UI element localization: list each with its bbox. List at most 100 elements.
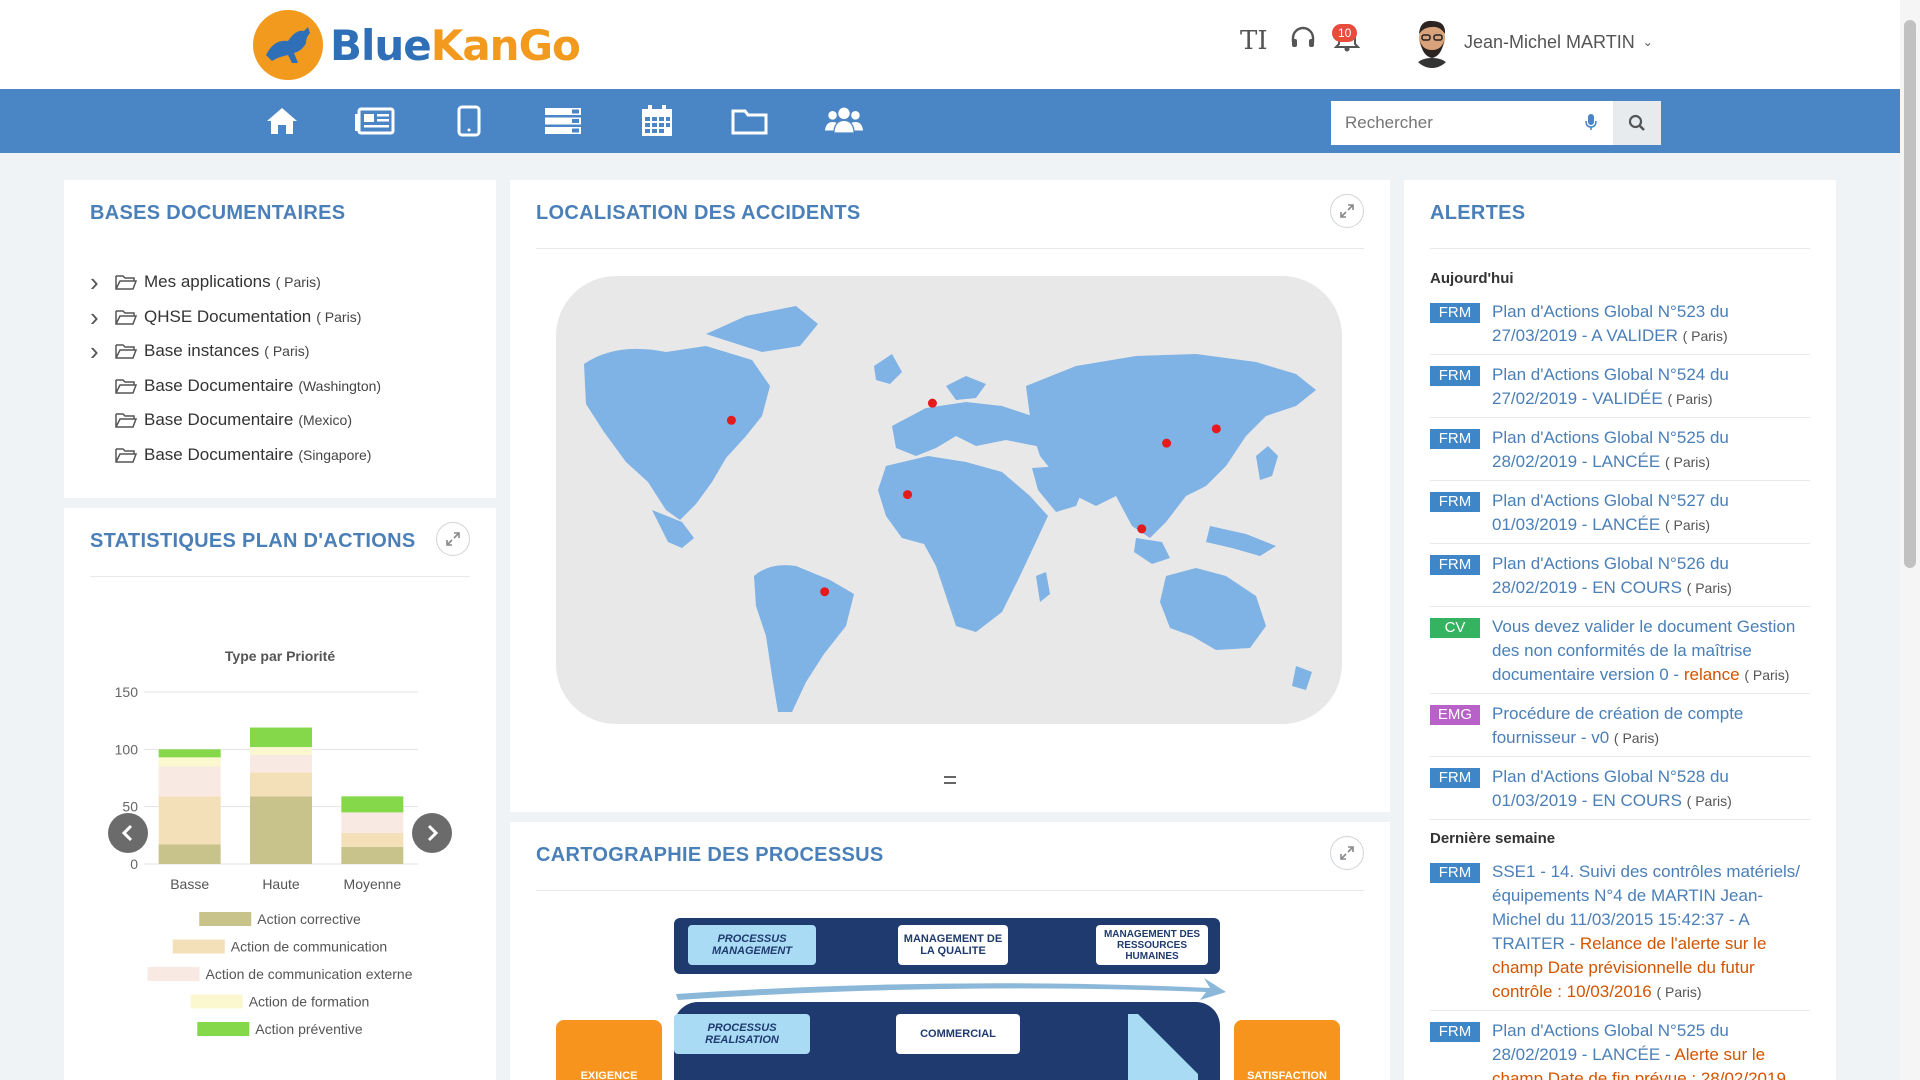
expand-button[interactable]: [1330, 194, 1364, 228]
tree-item[interactable]: Base Documentaire (Singapore): [90, 445, 371, 465]
processus-realisation-box[interactable]: PROCESSUS REALISATION: [674, 1014, 810, 1054]
alert-item[interactable]: FRM Plan d'Actions Global N°528 du 01/03/…: [1430, 765, 1810, 820]
calendar-icon[interactable]: [637, 103, 677, 139]
folder-icon[interactable]: [730, 103, 770, 139]
alert-section-heading: Dernière semaine: [1430, 830, 1556, 847]
alert-link[interactable]: Vous devez valider le document Gestion d…: [1492, 615, 1810, 687]
alert-location: ( Paris): [1667, 391, 1713, 407]
folder-open-icon: [115, 378, 138, 394]
bar-segment[interactable]: [250, 755, 312, 773]
font-size-icon[interactable]: TI: [1240, 26, 1268, 56]
alert-link[interactable]: Plan d'Actions Global N°528 du 01/03/201…: [1492, 765, 1810, 813]
alert-link[interactable]: Plan d'Actions Global N°527 du 01/03/201…: [1492, 489, 1810, 537]
exigence-box[interactable]: EXIGENCE: [556, 1020, 662, 1080]
chevron-right-icon[interactable]: ›: [90, 304, 104, 330]
logo-text: BlueKanGo: [330, 20, 581, 70]
legend-item[interactable]: Action de communication externe: [147, 966, 413, 982]
alert-item[interactable]: EMG Procédure de création de compte fourn…: [1430, 702, 1810, 757]
chevron-right-icon[interactable]: ›: [90, 338, 104, 364]
scrollbar-thumb[interactable]: [1904, 20, 1916, 568]
bar-segment[interactable]: [158, 757, 221, 767]
bar-segment[interactable]: [158, 796, 221, 845]
world-map[interactable]: [556, 276, 1342, 724]
bar-segment[interactable]: [250, 727, 312, 748]
alert-item[interactable]: FRM Plan d'Actions Global N°525 du 28/02/…: [1430, 1019, 1810, 1080]
accident-marker[interactable]: [903, 490, 913, 500]
bar-segment[interactable]: [158, 766, 221, 797]
tree-item[interactable]: › Base instances( Paris): [90, 338, 310, 364]
management-qualite-box[interactable]: MANAGEMENT DE LA QUALITE: [898, 925, 1008, 965]
alert-link[interactable]: SSE1 - 14. Suivi des contrôles matériels…: [1492, 860, 1810, 1004]
bar-segment[interactable]: [341, 812, 404, 834]
tree-item[interactable]: Base Documentaire (Mexico): [90, 410, 352, 430]
bar-segment[interactable]: [250, 772, 312, 797]
legend-item[interactable]: Action de formation: [190, 994, 370, 1010]
alert-link[interactable]: Procédure de création de compte fourniss…: [1492, 702, 1810, 750]
headset-icon[interactable]: [1290, 26, 1316, 55]
news-icon[interactable]: [355, 103, 395, 139]
users-icon[interactable]: [824, 103, 864, 139]
bar-segment[interactable]: [341, 796, 404, 813]
alert-link[interactable]: Plan d'Actions Global N°524 du 27/02/201…: [1492, 363, 1810, 411]
bar-segment[interactable]: [250, 796, 312, 864]
microphone-icon[interactable]: [1585, 113, 1597, 136]
alert-link[interactable]: Plan d'Actions Global N°525 du 28/02/201…: [1492, 1019, 1810, 1080]
y-tick-label: 0: [130, 856, 138, 872]
alert-location: ( Paris): [1686, 580, 1732, 596]
accident-marker[interactable]: [820, 587, 830, 597]
divider: [536, 248, 1364, 249]
tablet-icon[interactable]: [449, 103, 489, 139]
alert-link[interactable]: Plan d'Actions Global N°526 du 28/02/201…: [1492, 552, 1810, 600]
carousel-prev-button[interactable]: [108, 813, 148, 853]
accident-marker[interactable]: [1137, 524, 1147, 534]
alert-item[interactable]: CV Vous devez valider le document Gestion…: [1430, 615, 1810, 694]
tree-item-location: ( Paris): [264, 343, 310, 359]
x-tick-label: Basse: [170, 876, 209, 892]
bar-segment[interactable]: [341, 833, 404, 847]
satisfaction-box[interactable]: SATISFACTION: [1234, 1020, 1340, 1080]
bar-segment[interactable]: [250, 747, 312, 756]
bar-segment[interactable]: [158, 844, 221, 864]
alert-item[interactable]: FRM SSE1 - 14. Suivi des contrôles matéri…: [1430, 860, 1810, 1011]
accident-marker[interactable]: [1211, 424, 1221, 434]
list-icon[interactable]: [543, 103, 583, 139]
tree-item[interactable]: › Mes applications( Paris): [90, 269, 321, 295]
alert-type-badge: FRM: [1430, 366, 1480, 386]
accident-marker[interactable]: [1162, 438, 1172, 448]
bar-segment[interactable]: [341, 846, 404, 864]
bar-segment[interactable]: [158, 749, 221, 758]
tree-item[interactable]: Base Documentaire (Washington): [90, 376, 381, 396]
alert-location: ( Paris): [1686, 793, 1732, 809]
avatar: [1410, 16, 1454, 68]
accident-marker[interactable]: [726, 415, 736, 425]
alert-item[interactable]: FRM Plan d'Actions Global N°523 du 27/03/…: [1430, 300, 1810, 355]
alert-item[interactable]: FRM Plan d'Actions Global N°526 du 28/02/…: [1430, 552, 1810, 607]
user-menu[interactable]: Jean-Michel MARTIN ⌄: [1410, 16, 1653, 68]
accident-marker[interactable]: [927, 398, 937, 408]
accidents-map-panel: LOCALISATION DES ACCIDENTS: [510, 180, 1390, 812]
management-rh-box[interactable]: MANAGEMENT DES RESSOURCES HUMAINES: [1096, 925, 1208, 965]
processus-management-box[interactable]: PROCESSUS MANAGEMENT: [688, 925, 816, 965]
search-input[interactable]: [1331, 112, 1587, 134]
page-scrollbar[interactable]: [1900, 0, 1920, 1080]
search-button[interactable]: [1613, 101, 1661, 145]
legend-item[interactable]: Action préventive: [197, 1021, 363, 1037]
alert-item[interactable]: FRM Plan d'Actions Global N°525 du 28/02/…: [1430, 426, 1810, 481]
expand-button[interactable]: [436, 522, 470, 556]
y-tick-label: 100: [115, 741, 139, 757]
chevron-right-icon[interactable]: ›: [90, 269, 104, 295]
home-icon[interactable]: [262, 103, 302, 139]
panel-title: STATISTIQUES PLAN D'ACTIONS: [90, 530, 416, 552]
tree-item[interactable]: › QHSE Documentation( Paris): [90, 304, 361, 330]
alert-item[interactable]: FRM Plan d'Actions Global N°527 du 01/03/…: [1430, 489, 1810, 544]
bluekango-logo[interactable]: BlueKanGo: [252, 6, 581, 84]
alert-link[interactable]: Plan d'Actions Global N°523 du 27/03/201…: [1492, 300, 1810, 348]
legend-item[interactable]: Action de communication: [172, 939, 387, 955]
commercial-box[interactable]: COMMERCIAL: [896, 1014, 1020, 1054]
process-diagram: PROCESSUS MANAGEMENT MANAGEMENT DE LA QU…: [510, 822, 1390, 1080]
map-resize-handle[interactable]: [944, 776, 956, 784]
alert-link[interactable]: Plan d'Actions Global N°525 du 28/02/201…: [1492, 426, 1810, 474]
legend-item[interactable]: Action corrective: [199, 911, 361, 927]
carousel-next-button[interactable]: [412, 813, 452, 853]
alert-item[interactable]: FRM Plan d'Actions Global N°524 du 27/02/…: [1430, 363, 1810, 418]
